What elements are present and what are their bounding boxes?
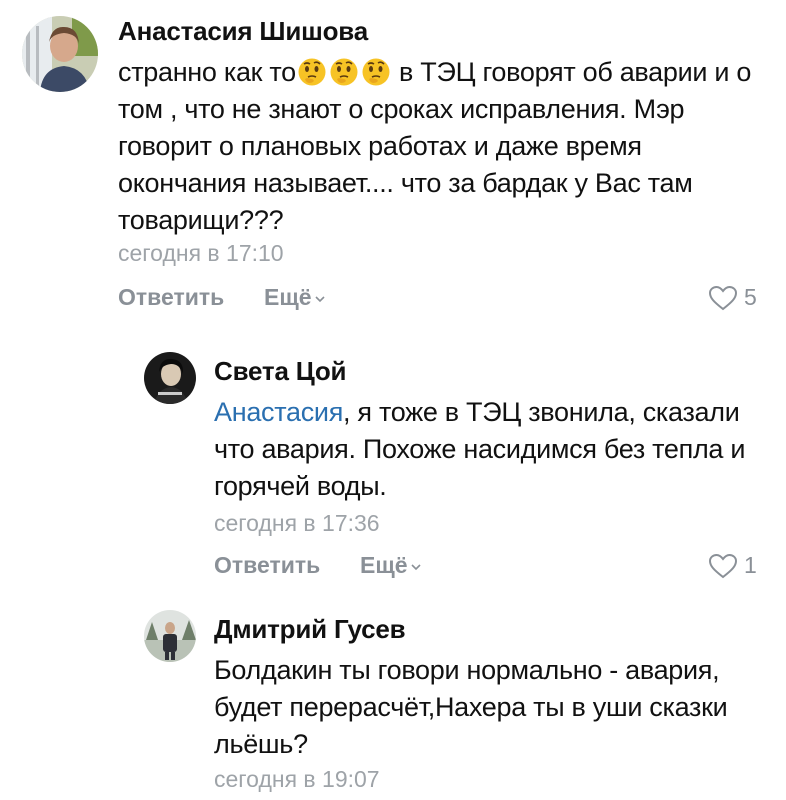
- user-photo-icon: [144, 610, 196, 662]
- comment-author[interactable]: Света Цой: [214, 356, 347, 387]
- comment-text: странно как то в ТЭЦ говорят об аварии и…: [118, 54, 768, 239]
- thinking-face-icon: [297, 57, 327, 87]
- chevron-down-icon: [410, 564, 421, 571]
- like-count: 1: [744, 552, 757, 578]
- comment-actions: Ответить Ещё 1: [214, 552, 774, 582]
- more-button[interactable]: Ещё: [264, 284, 326, 311]
- heart-icon: [708, 285, 738, 311]
- comment-timestamp: сегодня в 17:10: [118, 240, 284, 266]
- more-label: Ещё: [264, 284, 312, 310]
- user-photo-icon: [22, 16, 98, 92]
- comment-text-part: в ТЭЦ говорят об аварии: [391, 57, 708, 87]
- comment-text: Болдакин ты говори нормально - авария, б…: [214, 655, 728, 759]
- comment-author[interactable]: Дмитрий Гусев: [214, 614, 406, 645]
- more-button[interactable]: Ещё: [360, 552, 422, 579]
- comment-actions: Ответить Ещё 5: [118, 284, 768, 314]
- like-button[interactable]: 5: [708, 284, 757, 311]
- avatar[interactable]: [144, 352, 196, 404]
- like-button[interactable]: 1: [708, 552, 757, 579]
- more-label: Ещё: [360, 552, 408, 578]
- chevron-down-icon: [314, 296, 325, 303]
- comment-timestamp: сегодня в 19:07: [214, 766, 380, 792]
- avatar[interactable]: [144, 610, 196, 662]
- thinking-face-icon: [329, 57, 359, 87]
- reply-button[interactable]: Ответить: [214, 552, 320, 579]
- comment-text: Анастасия, я тоже в ТЭЦ звонила, сказали…: [214, 394, 774, 505]
- mention-link[interactable]: Анастасия: [214, 397, 343, 427]
- comment-author[interactable]: Анастасия Шишова: [118, 16, 368, 47]
- reply-button[interactable]: Ответить: [118, 284, 224, 311]
- comment-timestamp: сегодня в 17:36: [214, 510, 380, 536]
- comment-text-part: странно как то: [118, 57, 296, 87]
- thinking-face-icon: [361, 57, 391, 87]
- heart-icon: [708, 553, 738, 579]
- like-count: 5: [744, 284, 757, 310]
- avatar[interactable]: [22, 16, 98, 92]
- user-photo-icon: [144, 352, 196, 404]
